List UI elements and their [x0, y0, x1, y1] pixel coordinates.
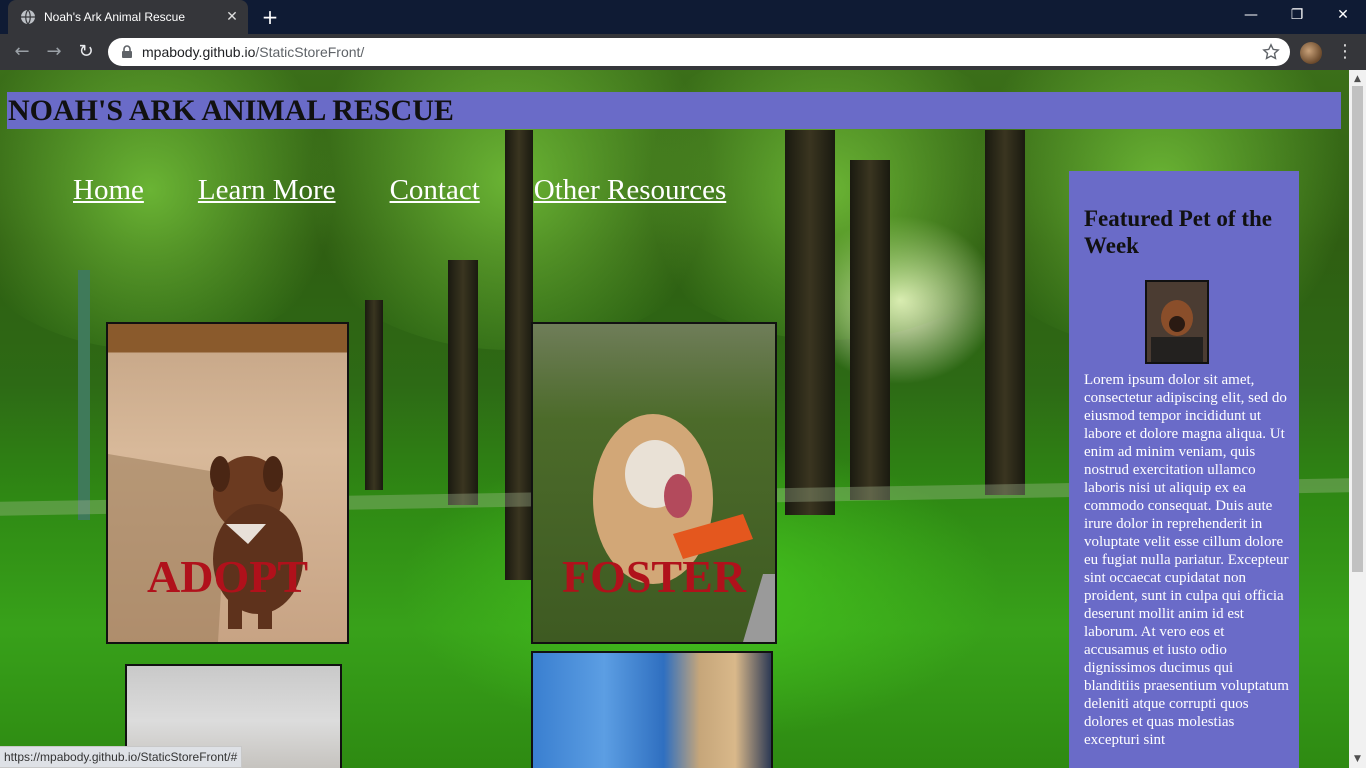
page-viewport: NOAH'S ARK ANIMAL RESCUE Home Learn More… — [0, 70, 1349, 768]
scroll-up-arrow-icon[interactable]: ▲ — [1349, 72, 1366, 86]
tree-trunk — [850, 160, 890, 500]
browser-toolbar: ← → ↻ mpabody.github.io/StaticStoreFront… — [0, 34, 1366, 70]
nav-link-contact[interactable]: Contact — [390, 174, 480, 207]
browser-tab[interactable]: Noah's Ark Animal Rescue ✕ — [8, 0, 248, 34]
tree-trunk — [448, 260, 478, 505]
lower-card-right[interactable] — [531, 651, 773, 768]
address-bar[interactable]: mpabody.github.io/StaticStoreFront/ — [108, 38, 1290, 66]
featured-pet-photo — [1145, 280, 1209, 364]
scroll-down-arrow-icon[interactable]: ▼ — [1349, 752, 1366, 766]
adopt-card[interactable]: ADOPT — [106, 322, 349, 644]
nav-link-learn-more[interactable]: Learn More — [198, 174, 336, 207]
window-close-button[interactable]: ✕ — [1320, 0, 1366, 30]
featured-pet-panel: Featured Pet of the Week Lorem ipsum dol… — [1069, 171, 1299, 768]
tree-trunk — [785, 130, 835, 515]
address-url: mpabody.github.io/StaticStoreFront/ — [142, 44, 1262, 60]
tree-trunk — [985, 130, 1025, 495]
tree-trunk — [365, 300, 383, 490]
adopt-label: ADOPT — [147, 551, 308, 602]
new-tab-button[interactable]: + — [258, 6, 282, 28]
foster-label: FOSTER — [561, 551, 747, 602]
page-scrollbar[interactable]: ▲ ▼ — [1349, 70, 1366, 768]
lamp-post — [78, 270, 90, 520]
site-header: NOAH'S ARK ANIMAL RESCUE — [7, 92, 1341, 129]
browser-chrome: Noah's Ark Animal Rescue ✕ + — ❐ ✕ ← → ↻… — [0, 0, 1366, 70]
foster-card[interactable]: FOSTER — [531, 322, 777, 644]
forward-button[interactable]: → — [42, 40, 66, 64]
profile-avatar[interactable] — [1300, 42, 1322, 64]
url-path: /StaticStoreFront/ — [255, 44, 365, 60]
tab-title: Noah's Ark Animal Rescue — [44, 10, 186, 24]
restore-button[interactable]: ❐ — [1274, 0, 1320, 30]
browser-menu-icon[interactable]: ⋮ — [1336, 40, 1354, 64]
reload-button[interactable]: ↻ — [74, 40, 98, 64]
nav-link-home[interactable]: Home — [73, 174, 144, 207]
main-nav: Home Learn More Contact Other Resources — [73, 174, 780, 207]
tab-strip: Noah's Ark Animal Rescue ✕ + — ❐ ✕ — [0, 0, 1366, 34]
nav-link-other-resources[interactable]: Other Resources — [534, 174, 726, 207]
tab-close-icon[interactable]: ✕ — [222, 9, 242, 25]
status-bar-url: https://mpabody.github.io/StaticStoreFro… — [0, 746, 243, 768]
featured-heading: Featured Pet of the Week — [1084, 206, 1272, 258]
site-title: NOAH'S ARK ANIMAL RESCUE — [8, 94, 454, 127]
scroll-thumb[interactable] — [1352, 86, 1363, 572]
minimize-button[interactable]: — — [1228, 0, 1274, 30]
bookmark-star-icon[interactable] — [1262, 43, 1280, 61]
featured-description: Lorem ipsum dolor sit amet, consectetur … — [1084, 372, 1289, 748]
lock-icon — [122, 45, 132, 58]
back-button[interactable]: ← — [10, 40, 34, 64]
url-host: mpabody.github.io — [142, 44, 256, 60]
globe-icon — [21, 9, 35, 25]
